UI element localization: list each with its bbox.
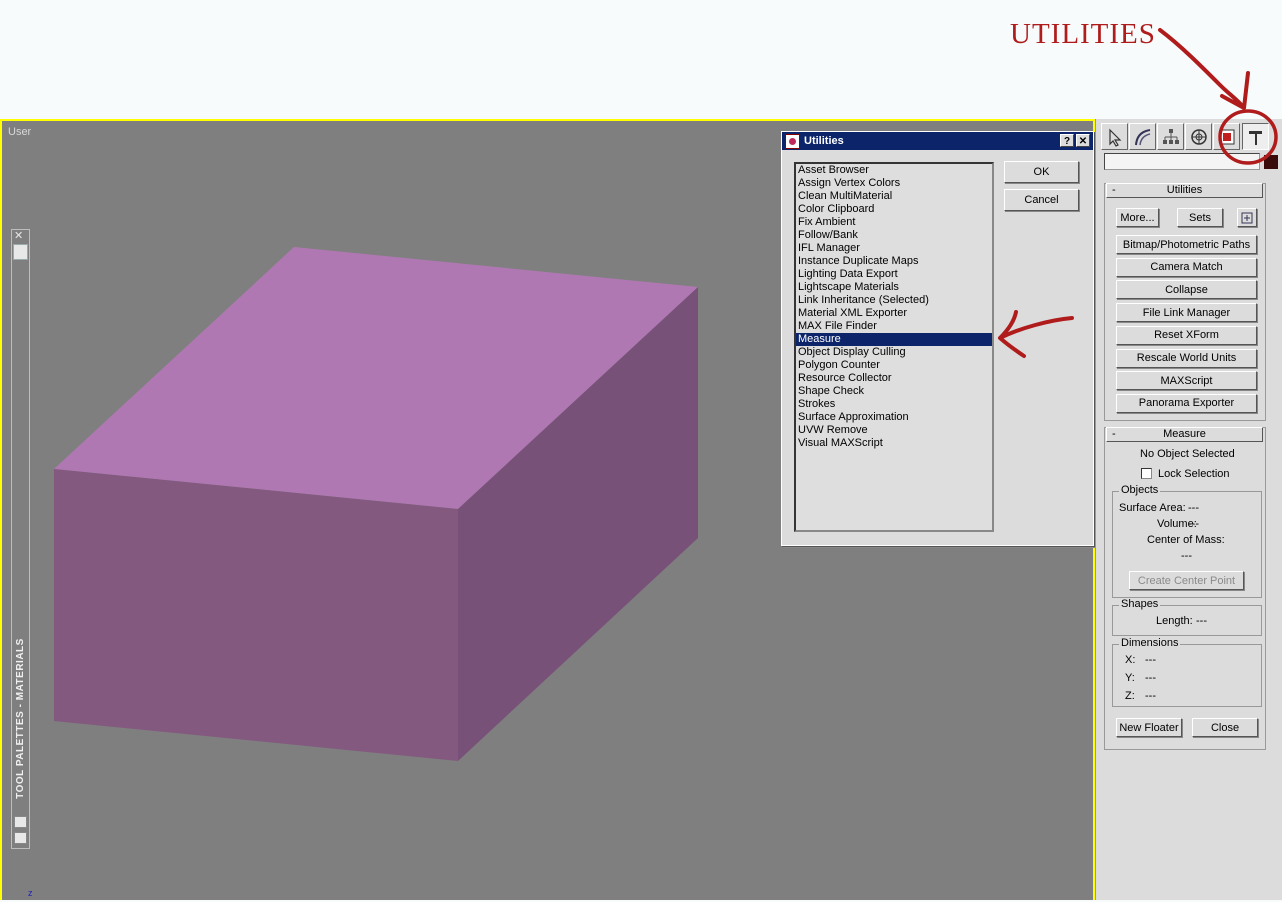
display-monitor-icon: [1219, 129, 1235, 145]
utility-list-item[interactable]: Shape Check: [796, 385, 992, 398]
utility-button[interactable]: Bitmap/Photometric Paths: [1116, 235, 1257, 254]
utility-list-item[interactable]: Asset Browser: [796, 164, 992, 177]
tab-utilities[interactable]: [1242, 123, 1269, 150]
cancel-button[interactable]: Cancel: [1004, 189, 1079, 211]
utility-list-item[interactable]: Material XML Exporter: [796, 307, 992, 320]
utility-button[interactable]: Rescale World Units: [1116, 348, 1257, 368]
tab-display[interactable]: [1213, 123, 1240, 150]
objects-group-label: Objects: [1119, 484, 1161, 496]
utility-list-item[interactable]: Clean MultiMaterial: [796, 190, 992, 203]
object-name-field[interactable]: [1104, 153, 1260, 170]
center-of-mass-label: Center of Mass:: [1147, 534, 1225, 546]
command-panel: - Utilities More... Sets Bitmap/Photomet…: [1095, 119, 1282, 900]
tool-palette-strip[interactable]: ✕ TOOL PALETTES - MATERIALS: [11, 229, 30, 849]
tool-palette-list-icon[interactable]: [14, 832, 27, 844]
utility-list-item[interactable]: Measure: [796, 333, 992, 346]
tool-palette-label: TOOL PALETTES - MATERIALS: [15, 637, 26, 799]
dimension-z-value: ---: [1145, 690, 1156, 702]
measure-status: No Object Selected: [1140, 448, 1235, 460]
more-button[interactable]: More...: [1116, 208, 1159, 227]
close-button[interactable]: Close: [1192, 718, 1258, 737]
dimensions-group-label: Dimensions: [1119, 637, 1181, 649]
utility-list-item[interactable]: Lightscape Materials: [796, 281, 992, 294]
length-label: Length:: [1156, 615, 1193, 627]
new-floater-button[interactable]: New Floater: [1116, 718, 1182, 737]
create-center-point-button[interactable]: Create Center Point: [1129, 571, 1244, 590]
tool-palette-expand-icon[interactable]: [14, 816, 27, 828]
utility-list-item[interactable]: Surface Approximation: [796, 411, 992, 424]
dialog-titlebar[interactable]: Utilities ? ✕: [782, 132, 1093, 150]
utility-list-item[interactable]: Assign Vertex Colors: [796, 177, 992, 190]
surface-area-label: Surface Area:: [1119, 502, 1186, 514]
object-color-swatch[interactable]: [1264, 155, 1278, 169]
lock-selection-label: Lock Selection: [1158, 468, 1230, 480]
sets-button[interactable]: Sets: [1177, 208, 1223, 227]
utility-list-item[interactable]: Resource Collector: [796, 372, 992, 385]
tab-create[interactable]: [1101, 123, 1128, 150]
utilities-listbox[interactable]: Asset Browser Assign Vertex Colors Clean M…: [794, 162, 994, 532]
dialog-title: Utilities: [804, 135, 844, 147]
hierarchy-icon: [1163, 129, 1179, 144]
box-front-face: [54, 469, 458, 761]
cursor-arrow-icon: [1109, 128, 1122, 147]
dimension-x-label: X:: [1125, 654, 1136, 666]
utility-list-item[interactable]: IFL Manager: [796, 242, 992, 255]
utility-button[interactable]: File Link Manager: [1116, 303, 1257, 323]
collapse-icon[interactable]: -: [1112, 184, 1116, 197]
utility-list-item[interactable]: Object Display Culling: [796, 346, 992, 359]
utility-button[interactable]: MAXScript: [1116, 371, 1257, 391]
configure-sets-icon[interactable]: [1237, 208, 1257, 227]
utility-list-item[interactable]: Follow/Bank: [796, 229, 992, 242]
tool-palette-close-icon[interactable]: ✕: [14, 230, 23, 242]
dimension-y-value: ---: [1145, 672, 1156, 684]
lock-selection-checkbox[interactable]: [1141, 468, 1152, 479]
dimension-x-value: ---: [1145, 654, 1156, 666]
utility-list-item[interactable]: Polygon Counter: [796, 359, 992, 372]
ok-button[interactable]: OK: [1004, 161, 1079, 183]
utilities-dialog: Utilities ? ✕ Asset Browser Assign Vertex…: [781, 131, 1094, 546]
motion-wheel-icon: [1191, 129, 1207, 145]
shapes-group-label: Shapes: [1119, 598, 1161, 610]
tool-palette-menu-icon[interactable]: [13, 244, 28, 260]
help-button[interactable]: ?: [1060, 134, 1074, 147]
utility-list-item[interactable]: Color Clipboard: [796, 203, 992, 216]
surface-area-value: ---: [1188, 502, 1199, 514]
hammer-icon: [1249, 131, 1262, 145]
utilities-rollout-header[interactable]: - Utilities: [1106, 183, 1263, 198]
axis-indicator: z: [28, 888, 33, 898]
tab-hierarchy[interactable]: [1157, 123, 1184, 150]
utility-list-item[interactable]: UVW Remove: [796, 424, 992, 437]
app-icon: [785, 133, 800, 149]
utility-list-item[interactable]: Lighting Data Export: [796, 268, 992, 281]
annotation-arrow-top: [1158, 28, 1250, 110]
utility-button[interactable]: Camera Match: [1116, 257, 1257, 277]
tab-modify[interactable]: [1129, 123, 1156, 150]
utility-button[interactable]: Reset XForm: [1116, 325, 1257, 345]
center-of-mass-value: ---: [1181, 550, 1192, 562]
modify-arc-icon: [1135, 129, 1151, 146]
close-icon[interactable]: ✕: [1076, 134, 1090, 147]
utility-list-item[interactable]: MAX File Finder: [796, 320, 992, 333]
tab-motion[interactable]: [1185, 123, 1212, 150]
utility-list-item[interactable]: Visual MAXScript: [796, 437, 992, 450]
collapse-icon[interactable]: -: [1112, 428, 1116, 441]
utility-list-item[interactable]: Fix Ambient: [796, 216, 992, 229]
annotation-title: UTILITIES: [1010, 18, 1156, 50]
utility-list-item[interactable]: Strokes: [796, 398, 992, 411]
length-value: ---: [1196, 615, 1207, 627]
dimension-z-label: Z:: [1125, 690, 1135, 702]
measure-rollout-header[interactable]: - Measure: [1106, 427, 1263, 442]
utility-list-item[interactable]: Link Inheritance (Selected): [796, 294, 992, 307]
utility-list-item[interactable]: Instance Duplicate Maps: [796, 255, 992, 268]
utility-button[interactable]: Collapse: [1116, 280, 1257, 300]
volume-value: ---: [1188, 518, 1199, 530]
utility-button[interactable]: Panorama Exporter: [1116, 393, 1257, 413]
dimension-y-label: Y:: [1125, 672, 1135, 684]
